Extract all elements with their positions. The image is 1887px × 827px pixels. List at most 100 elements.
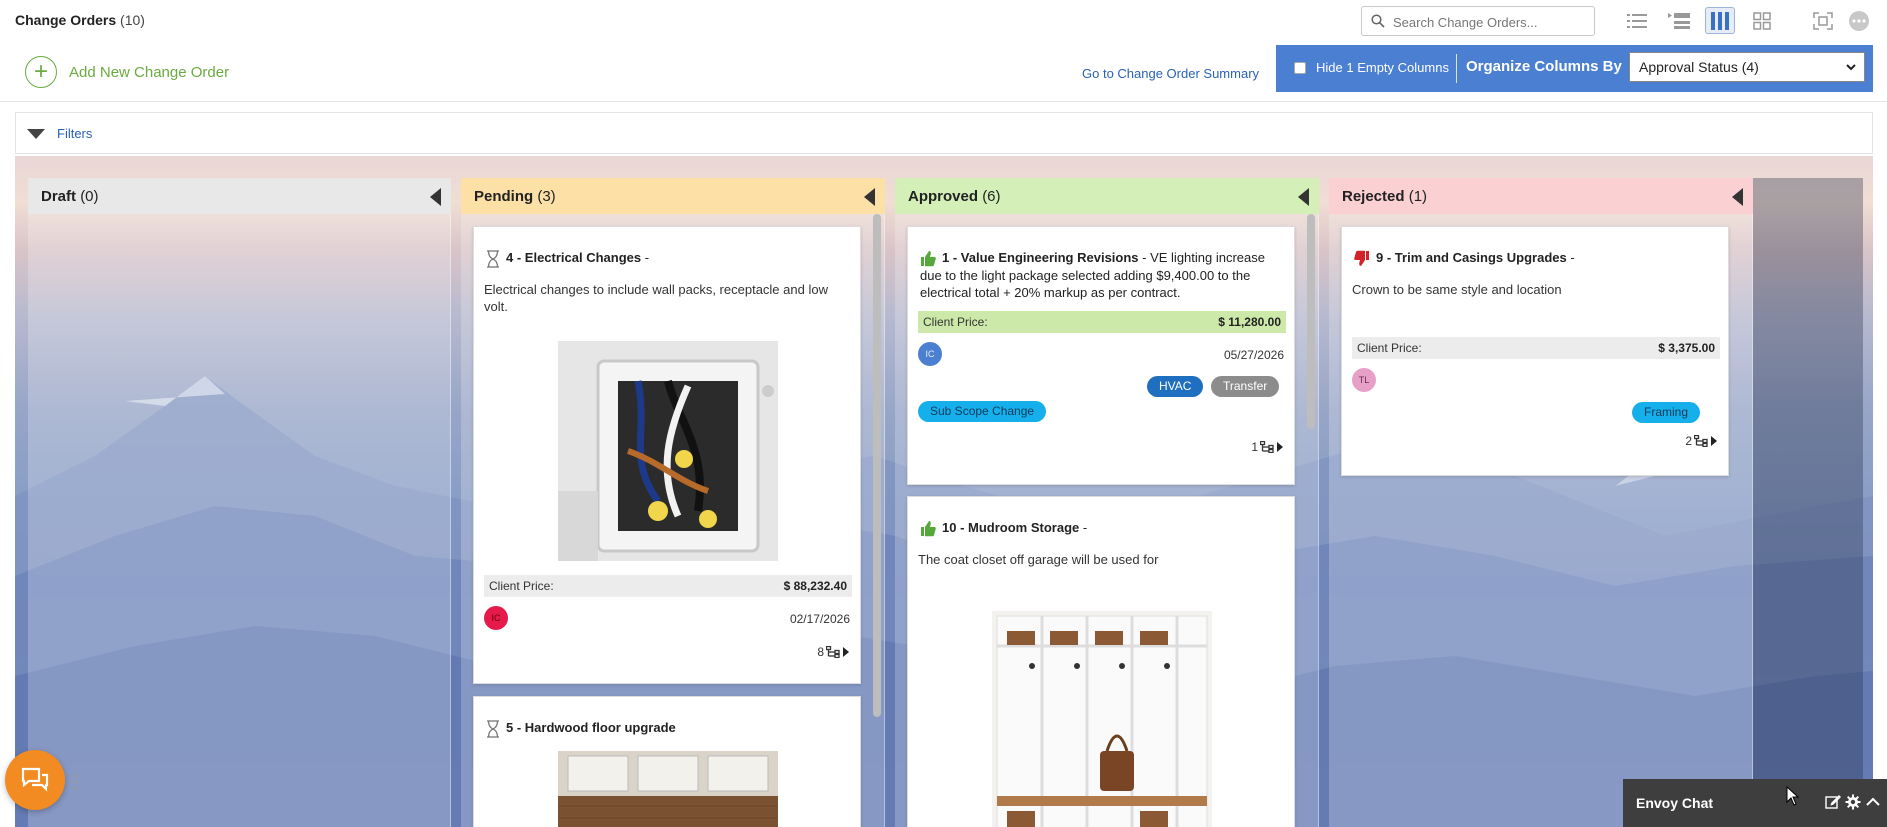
hierarchy-icon (1260, 441, 1274, 453)
column-scrollbar[interactable] (873, 214, 881, 717)
column-pending: Pending (3) 4 - Electrical Changes - Ele… (461, 178, 885, 827)
tag-framing[interactable]: Framing (1632, 402, 1701, 423)
filters-bar[interactable]: Filters (15, 112, 1873, 154)
change-order-card[interactable]: 5 - Hardwood floor upgrade (473, 696, 861, 827)
fullscreen-button[interactable] (1808, 7, 1838, 34)
electrical-box-photo (558, 341, 778, 561)
collapse-column-icon[interactable] (864, 188, 875, 206)
page-title-text: Change Orders (15, 12, 117, 28)
add-change-order-button[interactable]: + Add New Change Order (25, 56, 229, 88)
hourglass-icon (487, 719, 499, 738)
avatar[interactable]: IC (918, 342, 942, 366)
grid-view-icon (1753, 11, 1771, 30)
linked-count: 1 (1251, 440, 1258, 454)
change-order-card[interactable]: 10 - Mudroom Storage - The coat closet o… (907, 496, 1295, 827)
column-title: Pending (474, 188, 534, 205)
chevron-up-icon[interactable] (1865, 794, 1881, 810)
compose-icon[interactable] (1825, 794, 1841, 810)
plus-circle-icon: + (25, 56, 57, 88)
title-separator: - (1079, 520, 1088, 535)
client-price-row: Client Price: $ 88,232.40 (484, 575, 852, 597)
action-bar: + Add New Change Order Go to Change Orde… (0, 42, 1887, 102)
client-price-label: Client Price: (1357, 341, 1422, 355)
card-title-text: Electrical Changes (524, 250, 642, 265)
linked-items[interactable]: 8 (817, 645, 850, 659)
thumbs-up-icon (921, 251, 936, 267)
collapse-column-icon[interactable] (430, 188, 441, 206)
card-description: The coat closet off garage will be used … (918, 552, 1159, 567)
organize-columns-value: Approval Status (4) (1639, 59, 1759, 75)
hide-empty-columns-label: Hide 1 Empty Columns (1316, 60, 1449, 75)
chat-launcher-button[interactable] (5, 750, 65, 810)
organize-columns-select[interactable]: Approval Status (4) (1629, 52, 1865, 82)
compact-list-icon (1668, 12, 1690, 29)
top-bar: Change Orders (10) (0, 0, 1887, 42)
avatar[interactable]: IC (484, 606, 508, 630)
title-separator: - (1138, 250, 1151, 265)
gear-icon[interactable] (1845, 794, 1861, 810)
column-title: Approved (908, 188, 979, 205)
column-count: (3) (537, 188, 556, 205)
linked-count: 8 (817, 645, 824, 659)
change-order-card[interactable]: 9 - Trim and Casings Upgrades - Crown to… (1341, 226, 1729, 476)
envoy-chat-label: Envoy Chat (1636, 795, 1714, 811)
tag-sub-scope-change[interactable]: Sub Scope Change (918, 401, 1047, 422)
grid-view-button[interactable] (1747, 7, 1777, 34)
change-order-card[interactable]: 1 - Value Engineering Revisions - VE lig… (907, 226, 1295, 485)
column-draft: Draft (0) (28, 178, 451, 827)
change-order-card[interactable]: 4 - Electrical Changes - Electrical chan… (473, 226, 861, 684)
organize-columns-label: Organize Columns By (1466, 58, 1622, 75)
card-date: 05/27/2026 (1223, 348, 1284, 362)
column-title: Rejected (1342, 188, 1405, 205)
linked-items[interactable]: 2 (1685, 434, 1718, 448)
drag-handle-icon[interactable] (70, 774, 80, 790)
page-title: Change Orders (10) (15, 12, 145, 28)
column-scrollbar[interactable] (1307, 214, 1315, 429)
column-rejected: Rejected (1) 9 - Trim and Casings Upgrad… (1329, 178, 1753, 827)
fullscreen-icon (1813, 11, 1833, 30)
search-box[interactable] (1361, 6, 1595, 36)
client-price-value: $ 11,280.00 (1218, 315, 1281, 329)
kanban-board: Draft (0) Pending (3) 4 - Electrical Cha… (15, 156, 1873, 827)
card-number: 10 (942, 520, 957, 535)
board-view-button[interactable] (1705, 7, 1735, 34)
tag-transfer[interactable]: Transfer (1211, 376, 1280, 397)
filters-label[interactable]: Filters (57, 126, 92, 141)
collapse-column-icon[interactable] (1298, 188, 1309, 206)
card-description: Electrical changes to include wall packs… (484, 282, 828, 314)
change-order-summary-link[interactable]: Go to Change Order Summary (1082, 66, 1259, 81)
more-icon (1849, 10, 1869, 31)
card-title-text: Mudroom Storage (968, 520, 1080, 535)
more-options-button[interactable] (1844, 7, 1874, 34)
list-view-button[interactable] (1622, 7, 1652, 34)
electrical-box-image (558, 341, 778, 561)
column-title: Draft (41, 188, 77, 205)
card-title: 4 - Electrical Changes - (486, 249, 649, 268)
column-count: (1) (1408, 188, 1428, 205)
mudroom-storage-image (992, 611, 1212, 827)
linked-items[interactable]: 1 (1251, 440, 1284, 454)
envoy-chat-bar[interactable]: Envoy Chat (1623, 779, 1887, 827)
linked-count: 2 (1685, 434, 1692, 448)
client-price-value: $ 3,375.00 (1658, 341, 1715, 355)
hardwood-floor-photo (558, 751, 778, 827)
compact-list-view-button[interactable] (1664, 7, 1694, 34)
column-header-draft: Draft (0) (28, 178, 451, 214)
column-count: (6) (982, 188, 1001, 205)
card-date: 02/17/2026 (789, 612, 850, 626)
caret-right-icon (1711, 436, 1717, 446)
collapse-column-icon[interactable] (1732, 188, 1743, 206)
chevron-down-icon (1846, 64, 1856, 71)
tag-hvac[interactable]: HVAC (1147, 376, 1204, 397)
card-title: 10 - Mudroom Storage - (920, 519, 1087, 537)
avatar[interactable]: TL (1352, 368, 1376, 392)
page-title-count: (10) (120, 12, 145, 28)
card-title: 9 - Trim and Casings Upgrades - (1354, 249, 1575, 267)
search-input[interactable] (1393, 12, 1588, 32)
column-header-pending: Pending (3) (461, 178, 885, 214)
card-title-text: Hardwood floor upgrade (524, 720, 676, 735)
hide-empty-columns-checkbox[interactable] (1294, 62, 1306, 74)
mouse-cursor-icon (1786, 786, 1800, 806)
search-icon (1371, 14, 1385, 28)
column-body (28, 214, 451, 827)
